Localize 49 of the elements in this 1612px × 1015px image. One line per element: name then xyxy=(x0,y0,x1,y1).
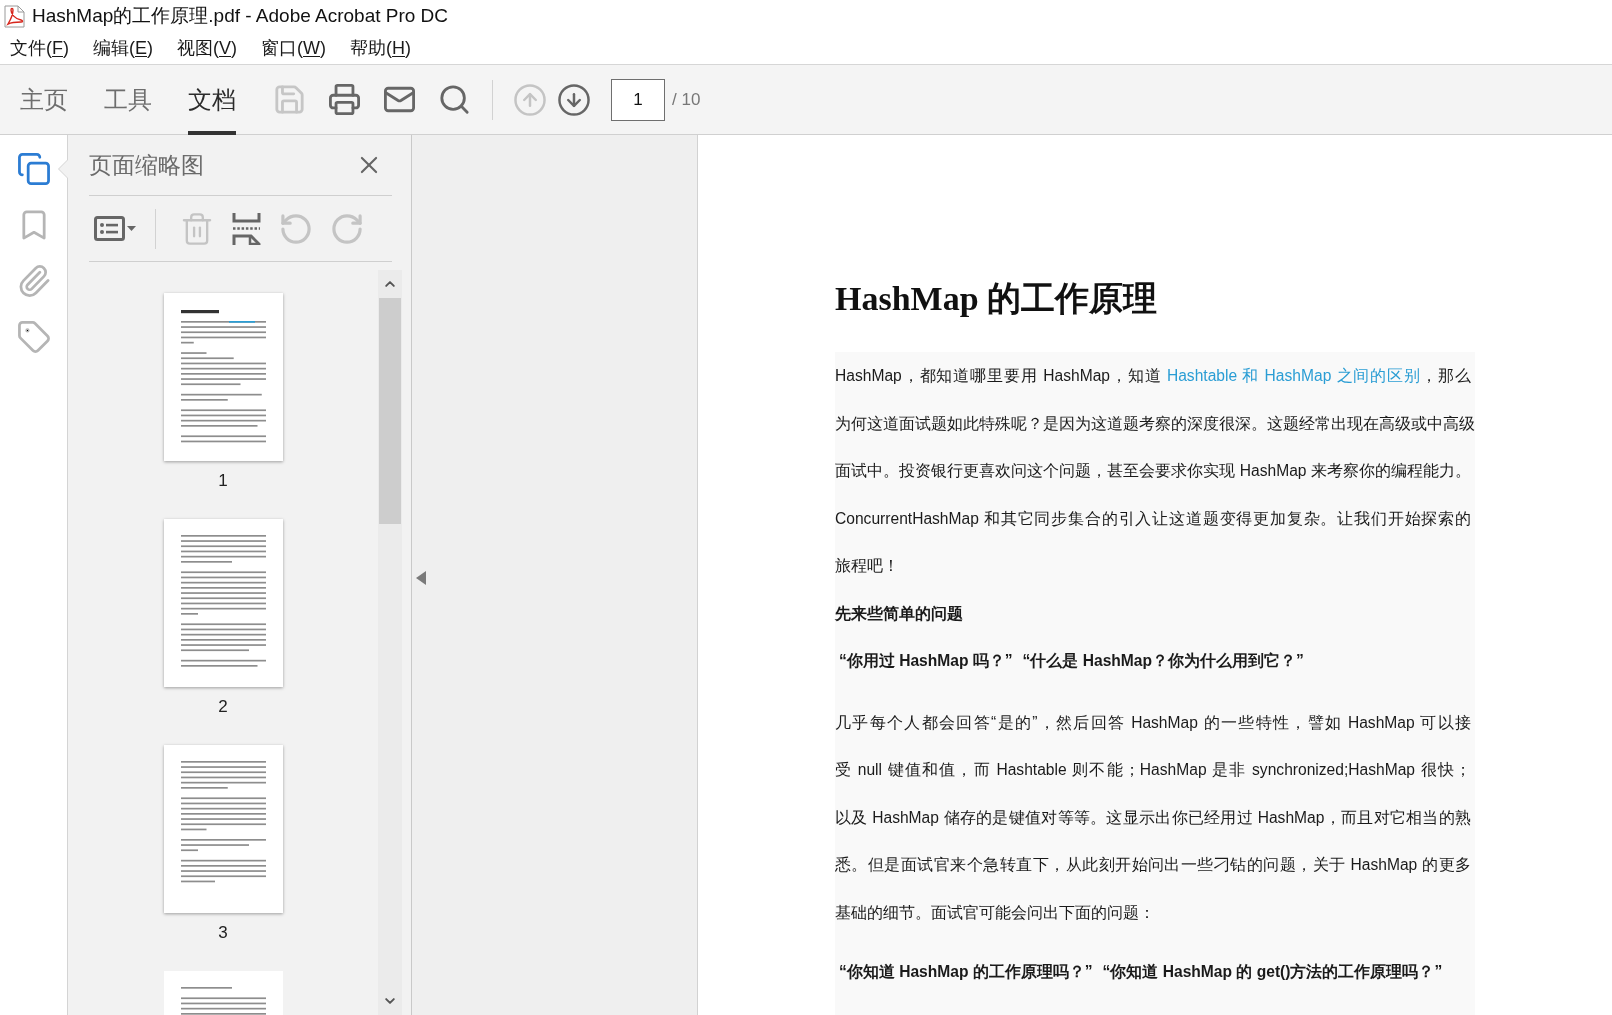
search-button[interactable] xyxy=(437,82,471,117)
paragraph-text: 几乎每个人都会回答“是的”，然后回答 HashMap 的一些特性，譬如 HashMap 可以接 受 null 键值和值，而 Hashtable 则不能；HashMap 是非 synchronized;HashMap 很快； 以及 HashMap 储存的是键值对等等。这显示出你已经用过 HashMap，而且对它相当的熟 悉。但是面试官来个急转直下，从此刻开始问出一些刁钻的问题，关于 HashMap 的更多 基础的细节。面试官可能会问出下面的问题： xyxy=(835,712,1472,923)
printer-icon xyxy=(328,84,360,115)
page-break-icon xyxy=(232,212,261,245)
document-title: HashMap 的工作原理 xyxy=(835,279,1159,319)
collapse-panel-button[interactable] xyxy=(416,571,426,585)
overlapping-squares-icon xyxy=(17,153,50,185)
menu-item[interactable]: 文件(F) xyxy=(10,36,69,60)
page-number-field[interactable]: 1 xyxy=(611,78,665,121)
menu-item[interactable]: 视图(V) xyxy=(177,36,238,60)
up-arrow-circle-icon xyxy=(514,83,546,116)
window-title: HashMap的工作原理.pdf - Adobe Acrobat Pro DC xyxy=(32,4,449,28)
search-icon xyxy=(438,84,470,115)
next-page-button[interactable] xyxy=(558,83,590,116)
section-heading: 先来些简单的问题 xyxy=(835,603,964,624)
rotate-right-icon xyxy=(331,212,363,245)
trash-icon xyxy=(181,212,213,245)
page-count: / 10 xyxy=(672,89,701,110)
page-thumbnail[interactable] xyxy=(163,293,283,461)
down-arrow-circle-icon xyxy=(558,83,590,116)
pdf-file-icon xyxy=(4,4,25,28)
list-icon xyxy=(94,216,125,241)
panel-title: 页面缩略图 xyxy=(89,150,204,180)
question-text: “你知道 HashMap 的工作原理吗？” xyxy=(839,962,1093,982)
caret-left-icon xyxy=(416,571,426,585)
page-thumbnail[interactable] xyxy=(163,745,283,913)
envelope-icon xyxy=(383,84,415,115)
menu-item[interactable]: 编辑(E) xyxy=(93,36,153,60)
paperclip-icon xyxy=(17,265,50,297)
tab[interactable]: 工具 xyxy=(104,64,152,135)
print-button[interactable] xyxy=(327,82,361,117)
tag-icon xyxy=(17,321,50,353)
caret-down-icon xyxy=(127,226,136,231)
scrollbar-track[interactable] xyxy=(378,270,402,1015)
rotate-left-icon xyxy=(280,212,312,245)
insert-pages-button[interactable] xyxy=(232,210,261,247)
page-number-label: 3 xyxy=(218,923,228,943)
question-text: “什么是 HashMap？你为什么用到它？” xyxy=(1022,651,1304,671)
page-number-label: 1 xyxy=(218,471,228,491)
question-text: “你知道 HashMap 的 get()方法的工作原理吗？” xyxy=(1102,962,1443,982)
scrollbar-thumb[interactable] xyxy=(379,298,401,524)
menu-item[interactable]: 帮助(H) xyxy=(350,36,412,60)
page-number-label: 2 xyxy=(218,697,228,717)
tab[interactable]: 主页 xyxy=(20,64,68,135)
page-thumbnail[interactable] xyxy=(163,519,283,687)
question-text: “你用过 HashMap 吗？” xyxy=(839,651,1013,671)
paragraph-text: HashMap，都知道哪里要用 HashMap，知道 Hashtable 和 HashMap 之间的区别，那么 为何这道面试题如此特殊呢？是因为这道题考察的深度很深。这题经常出现在高级或中高级 面试中。投资银行更喜欢问这个问题，甚至会要求你实现 HashMap 来考察你的编程能力。 ConcurrentHashMap 和其它同步集合的引入让这道题变得更加复杂。让我们开始探索的 旅程吧！ xyxy=(835,366,1475,576)
menu-item[interactable]: 窗口(W) xyxy=(261,36,327,60)
page-thumbnail[interactable] xyxy=(163,971,283,1015)
